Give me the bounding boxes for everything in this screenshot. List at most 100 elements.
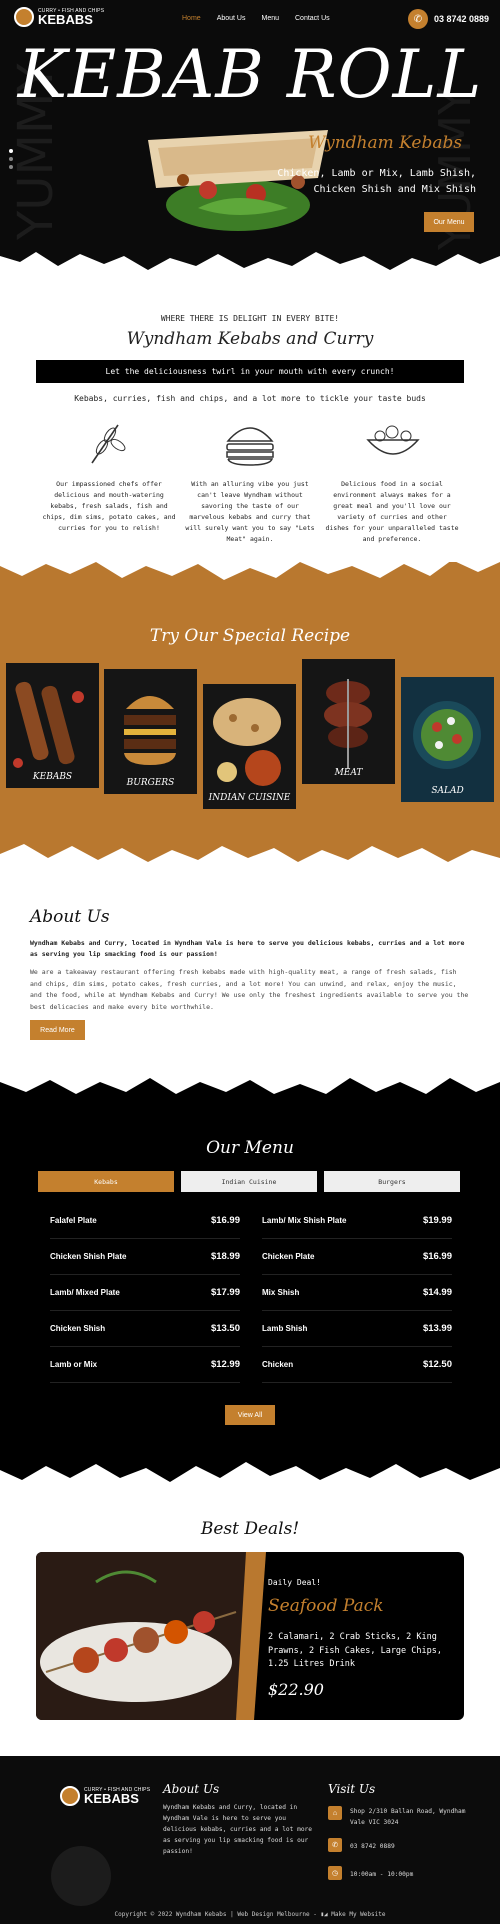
slider-dots xyxy=(9,149,13,169)
menu-item-name: Chicken Shish Plate xyxy=(50,1252,127,1261)
tab-indian-cuisine[interactable]: Indian Cuisine xyxy=(181,1171,317,1192)
footer-about-text: Wyndham Kebabs and Curry, located in Wyn… xyxy=(163,1804,313,1855)
hero-subtitle: Wyndham Kebabs xyxy=(308,133,463,153)
slider-dot[interactable] xyxy=(9,157,13,161)
recipe-card-label: INDIAN CUISINE xyxy=(208,793,291,803)
tab-burgers[interactable]: Burgers xyxy=(324,1171,460,1192)
menu-item-name: Chicken Plate xyxy=(262,1252,315,1261)
logo-badge-icon xyxy=(14,7,34,27)
menu-item-price: $16.99 xyxy=(210,1215,240,1226)
menu-item-price: $13.50 xyxy=(210,1323,240,1334)
torn-edge-divider xyxy=(0,1064,500,1094)
menu-item: Lamb or Mix $12.99 xyxy=(50,1347,240,1383)
menu-item-name: Falafel Plate xyxy=(50,1216,97,1225)
menu-item: Chicken $12.50 xyxy=(262,1347,452,1383)
nav-menu[interactable]: Menu xyxy=(261,15,279,22)
slider-dot[interactable] xyxy=(9,149,13,153)
copyright: Copyright © 2022 Wyndham Kebabs | Web De… xyxy=(0,1911,500,1918)
nav-about-us[interactable]: About Us xyxy=(217,15,246,22)
recipe-card-meat[interactable]: MEAT xyxy=(302,659,395,784)
wheat-icon xyxy=(91,424,126,464)
recipe-card-label: BURGERS xyxy=(126,778,175,788)
menu-item-price: $12.50 xyxy=(422,1359,452,1370)
recipe-card-burgers[interactable]: BURGERS xyxy=(104,669,197,794)
torn-edge-divider xyxy=(0,252,500,284)
menu-item: Chicken Shish $13.50 xyxy=(50,1311,240,1347)
header-phone-number: 03 8742 0889 xyxy=(434,14,490,24)
menu-item: Lamb Shish $13.99 xyxy=(262,1311,452,1347)
footer-visit-title: Visit Us xyxy=(328,1782,376,1796)
recipe-card-salad[interactable]: SALAD xyxy=(401,677,494,802)
recipe-card-kebabs[interactable]: KEBABS xyxy=(6,663,99,788)
phone-icon: ✆ xyxy=(328,1838,342,1852)
menu-item-price: $17.99 xyxy=(210,1287,240,1298)
nav-home[interactable]: Home xyxy=(182,15,201,22)
menu-item: Lamb/ Mix Shish Plate $19.99 xyxy=(262,1203,452,1239)
kebabs-image xyxy=(13,681,84,768)
deal-description: 2 Calamari, 2 Crab Sticks, 2 King Prawns… xyxy=(268,1632,442,1669)
deal-price: $22.90 xyxy=(268,1680,324,1699)
header-phone[interactable]: ✆ 03 8742 0889 xyxy=(408,9,489,29)
logo-wordmark: KEBABS xyxy=(38,12,93,27)
menu-item-name: Chicken Shish xyxy=(50,1324,106,1333)
hero-description-line: Chicken Shish and Mix Shish xyxy=(313,184,476,195)
menu-item: Chicken Plate $16.99 xyxy=(262,1239,452,1275)
menu-item: Mix Shish $14.99 xyxy=(262,1275,452,1311)
torn-edge-divider xyxy=(0,844,500,880)
menu-item-name: Chicken xyxy=(262,1360,294,1369)
nav-contact-us[interactable]: Contact Us xyxy=(295,15,330,22)
torn-edge-divider xyxy=(0,548,500,580)
our-menu-button[interactable]: Our Menu xyxy=(424,212,474,232)
salad-image xyxy=(413,701,481,769)
feature-text: Our impassioned chefs offer delicious an… xyxy=(42,480,176,532)
menu-item: Falafel Plate $16.99 xyxy=(50,1203,240,1239)
recipe-card-indian-cuisine[interactable]: INDIAN CUISINE xyxy=(203,684,296,809)
footer-about-title: About Us xyxy=(163,1782,220,1796)
credit-link[interactable]: Make My Website xyxy=(331,1911,385,1918)
intro-tagline: Kebabs, curries, fish and chips, and a l… xyxy=(74,394,426,403)
recipe-card-label: MEAT xyxy=(334,768,363,778)
logo-badge-icon xyxy=(60,1786,80,1806)
menu-item-price: $13.99 xyxy=(422,1323,452,1334)
recipe-card-label: SALAD xyxy=(431,786,464,796)
footer-phone[interactable]: 03 8742 0889 xyxy=(350,1841,395,1852)
deals-title: Best Deals! xyxy=(200,1519,300,1539)
location-icon: ⌂ xyxy=(328,1806,342,1820)
deal-kicker: Daily Deal! xyxy=(268,1578,321,1587)
credit-icon: ▮◢ xyxy=(320,1911,332,1918)
about-body: We are a takeaway restaurant offering fr… xyxy=(30,968,469,1011)
menu-item: Lamb/ Mixed Plate $17.99 xyxy=(50,1275,240,1311)
hero-description: Chicken, Lamb or Mix, Lamb Shish, Chicke… xyxy=(262,166,476,198)
salad-bowl-icon xyxy=(366,425,420,455)
menu-item-name: Lamb/ Mix Shish Plate xyxy=(262,1216,347,1225)
menu-item-name: Lamb Shish xyxy=(262,1324,308,1333)
hero-description-line: Chicken, Lamb or Mix, Lamb Shish, xyxy=(277,168,476,179)
tab-kebabs[interactable]: Kebabs xyxy=(38,1171,174,1192)
menu-item-price: $12.99 xyxy=(210,1359,240,1370)
torn-edge-divider xyxy=(0,1462,500,1498)
logo[interactable]: CURRY • FISH AND CHIPS KEBABS xyxy=(14,7,104,27)
burgers-image xyxy=(124,696,176,765)
deal-name: Seafood Pack xyxy=(268,1596,384,1616)
intro-banner: Let the deliciousness twirl in your mout… xyxy=(36,360,464,383)
copyright-text: Copyright © 2022 Wyndham Kebabs | Web De… xyxy=(114,1911,317,1918)
recipe-card-label: KEBABS xyxy=(32,772,73,782)
menu-item: Chicken Shish Plate $18.99 xyxy=(50,1239,240,1275)
special-recipe-title: Try Our Special Recipe xyxy=(149,626,351,646)
burger-icon xyxy=(226,427,274,466)
slider-dot[interactable] xyxy=(9,165,13,169)
menu-item-price: $19.99 xyxy=(422,1215,452,1226)
indian-cuisine-image xyxy=(213,698,281,786)
footer-address: Shop 2/310 Ballan Road, Wyndham Vale VIC… xyxy=(350,1808,466,1826)
menu-item-name: Lamb or Mix xyxy=(50,1360,98,1369)
footer-logo[interactable]: CURRY • FISH AND CHIPS KEBABS xyxy=(60,1786,150,1806)
menu-item-price: $14.99 xyxy=(422,1287,452,1298)
about-lead: Wyndham Kebabs and Curry, located in Wyn… xyxy=(30,939,465,958)
menu-item-name: Lamb/ Mixed Plate xyxy=(50,1288,120,1297)
intro-title: Wyndham Kebabs and Curry xyxy=(126,329,374,349)
read-more-button[interactable]: Read More xyxy=(30,1020,85,1040)
meat-image xyxy=(324,679,372,769)
menu-item-price: $18.99 xyxy=(210,1251,240,1262)
view-all-button[interactable]: View All xyxy=(225,1405,275,1425)
menu-title: Our Menu xyxy=(206,1138,294,1158)
